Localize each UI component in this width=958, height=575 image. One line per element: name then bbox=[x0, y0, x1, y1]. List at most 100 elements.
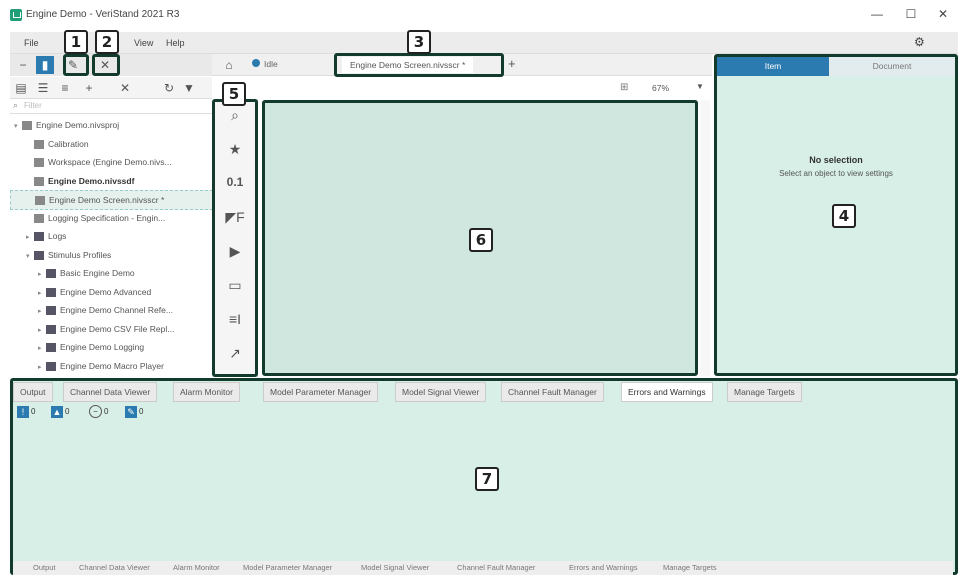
tree-item-label: Engine Demo Channel Refe... bbox=[60, 305, 173, 315]
list-alt-icon[interactable]: ≡ bbox=[56, 79, 74, 97]
tree-item[interactable]: Engine Demo.nivssdf bbox=[10, 172, 134, 190]
tree-item[interactable]: ▸ Engine Demo Channel Refe... bbox=[10, 301, 173, 319]
bottom-tab[interactable]: Errors and Warnings bbox=[621, 382, 713, 402]
bottom-tab[interactable]: Manage Targets bbox=[727, 382, 802, 402]
error-filter-bar: ! 0 ▲ 0 −0 ✎ 0 bbox=[17, 405, 217, 421]
footer-tab[interactable]: Model Parameter Manager bbox=[243, 563, 332, 572]
idle-tab[interactable]: Idle bbox=[264, 59, 278, 69]
bottom-tab[interactable]: Model Parameter Manager bbox=[263, 382, 379, 402]
tree-item[interactable]: ▸ Logs bbox=[10, 227, 66, 245]
folder-icon bbox=[46, 324, 56, 334]
idle-status-icon bbox=[252, 59, 260, 67]
highlight-tools bbox=[92, 54, 120, 76]
file-icon bbox=[22, 121, 32, 131]
tree-item[interactable]: ▸ Engine Demo CSV File Repl... bbox=[10, 320, 174, 338]
settings-icon[interactable]: ⚙ bbox=[914, 35, 925, 49]
remove-icon[interactable]: ✕ bbox=[116, 79, 134, 97]
maximize-button[interactable]: ☐ bbox=[896, 7, 926, 23]
window-title: Engine Demo - VeriStand 2021 R3 bbox=[26, 9, 180, 20]
tab-item[interactable]: Item bbox=[717, 57, 829, 76]
expand-caret-icon[interactable]: ▾ bbox=[26, 248, 34, 266]
expand-caret-icon[interactable]: ▾ bbox=[14, 118, 22, 136]
tree-item[interactable]: Logging Specification - Engin... bbox=[10, 209, 165, 227]
tree-item[interactable]: ▾ Engine Demo.nivsproj bbox=[10, 116, 119, 134]
expand-caret-icon[interactable]: ▸ bbox=[38, 340, 46, 358]
zoom-level[interactable]: 67% bbox=[652, 83, 669, 93]
bottom-tab[interactable]: Channel Data Viewer bbox=[63, 382, 158, 402]
callout-4: 4 bbox=[832, 204, 856, 228]
info-filter[interactable]: −0 bbox=[89, 405, 108, 419]
zoom-dropdown-icon[interactable]: ▼ bbox=[696, 82, 704, 91]
tree-item[interactable]: ▾ Stimulus Profiles bbox=[10, 246, 111, 264]
tree-item[interactable]: Workspace (Engine Demo.nivs... bbox=[10, 153, 172, 171]
save-icon[interactable]: ▤ bbox=[12, 79, 30, 97]
bottom-tab[interactable]: Channel Fault Manager bbox=[501, 382, 604, 402]
tree-item-label: Engine Demo CSV File Repl... bbox=[60, 323, 175, 334]
error-filter[interactable]: ! 0 bbox=[17, 405, 35, 419]
footer-tab[interactable]: Manage Targets bbox=[663, 563, 717, 572]
callout-1: 1 bbox=[64, 30, 88, 54]
callout-7: 7 bbox=[475, 467, 499, 491]
other-filter[interactable]: ✎ 0 bbox=[125, 405, 143, 419]
folder-icon bbox=[46, 306, 56, 316]
refresh-icon[interactable]: ↻ bbox=[160, 79, 178, 97]
bottom-tab[interactable]: Model Signal Viewer bbox=[395, 382, 487, 402]
expand-caret-icon[interactable]: ▸ bbox=[38, 285, 46, 303]
expand-caret-icon[interactable]: ▸ bbox=[38, 303, 46, 321]
bottom-tab-strip: Output Channel Data Viewer Alarm Monitor Mo… bbox=[13, 382, 953, 402]
highlight-palette bbox=[212, 99, 258, 377]
tree-item-label: Logging Specification - Engin... bbox=[48, 212, 166, 223]
expand-caret-icon[interactable]: ▸ bbox=[38, 359, 46, 377]
bottom-tab[interactable]: Output bbox=[13, 382, 53, 402]
minimize-button[interactable]: — bbox=[862, 7, 892, 23]
filter-icon[interactable]: ▼ bbox=[180, 79, 198, 97]
bottom-tab[interactable]: Alarm Monitor bbox=[173, 382, 240, 402]
menu-help[interactable]: Help bbox=[166, 38, 185, 48]
expand-caret-icon[interactable]: ▸ bbox=[26, 229, 34, 247]
tree-item-label: Logs bbox=[48, 231, 67, 241]
list-icon[interactable]: ☰ bbox=[34, 79, 52, 97]
home-icon[interactable]: ⌂ bbox=[220, 56, 238, 74]
add-icon[interactable]: + bbox=[80, 79, 98, 97]
note-icon: ✎ bbox=[125, 405, 137, 418]
search-icon: ⌕ bbox=[13, 100, 19, 110]
warning-count: 0 bbox=[65, 407, 70, 416]
tree-item[interactable]: Calibration bbox=[10, 135, 89, 153]
menu-file[interactable]: File bbox=[24, 38, 39, 48]
callout-3: 3 bbox=[407, 30, 431, 54]
footer-tab[interactable]: Errors and Warnings bbox=[569, 563, 638, 572]
search-bar[interactable]: ⌕ Filter bbox=[10, 100, 212, 114]
no-selection-title: No selection bbox=[809, 155, 863, 165]
expand-caret-icon[interactable]: ▸ bbox=[38, 266, 46, 284]
footer-tab[interactable]: Output bbox=[33, 563, 56, 572]
error-icon: ! bbox=[17, 405, 29, 418]
callout-2: 2 bbox=[95, 30, 119, 54]
file-icon bbox=[34, 213, 44, 223]
tree-item[interactable]: ▸ Engine Demo Advanced bbox=[10, 283, 151, 301]
canvas-scrollbar[interactable] bbox=[700, 100, 710, 376]
tree-item[interactable]: Engine Demo Screen.nivsscr * bbox=[10, 190, 212, 210]
search-input[interactable]: Filter bbox=[24, 101, 42, 110]
menu-view[interactable]: View bbox=[134, 38, 153, 48]
tree-item-label: Workspace (Engine Demo.nivs... bbox=[48, 157, 172, 167]
info-count: 0 bbox=[104, 407, 109, 416]
footer-tab[interactable]: Channel Data Viewer bbox=[79, 563, 150, 572]
close-button[interactable]: ✕ bbox=[928, 7, 958, 23]
tree-toolbar: ▤ ☰ ≡ + ✕ ↻ ▼ bbox=[10, 77, 212, 99]
project-files-button[interactable]: ▮ bbox=[36, 56, 54, 74]
add-tab-button[interactable]: + bbox=[508, 56, 516, 71]
warning-filter[interactable]: ▲ 0 bbox=[51, 405, 69, 419]
footer-tab[interactable]: Model Signal Viewer bbox=[361, 563, 429, 572]
tree-item[interactable]: ▸ Basic Engine Demo bbox=[10, 264, 135, 282]
collapse-icon[interactable]: − bbox=[14, 56, 32, 74]
tree-item[interactable]: ▸ Engine Demo Macro Player bbox=[10, 357, 164, 375]
layout-icon[interactable]: ⊞ bbox=[620, 82, 628, 93]
tree-item[interactable]: ▸ Engine Demo Logging bbox=[10, 338, 144, 356]
tab-document[interactable]: Document bbox=[829, 57, 955, 76]
callout-6: 6 bbox=[469, 228, 493, 252]
footer-tab[interactable]: Alarm Monitor bbox=[173, 563, 220, 572]
title-bar: Engine Demo - VeriStand 2021 R3 — ☐ ✕ bbox=[0, 0, 958, 30]
expand-caret-icon[interactable]: ▸ bbox=[38, 322, 46, 340]
footer-tab[interactable]: Channel Fault Manager bbox=[457, 563, 535, 572]
folder-icon bbox=[34, 232, 44, 242]
